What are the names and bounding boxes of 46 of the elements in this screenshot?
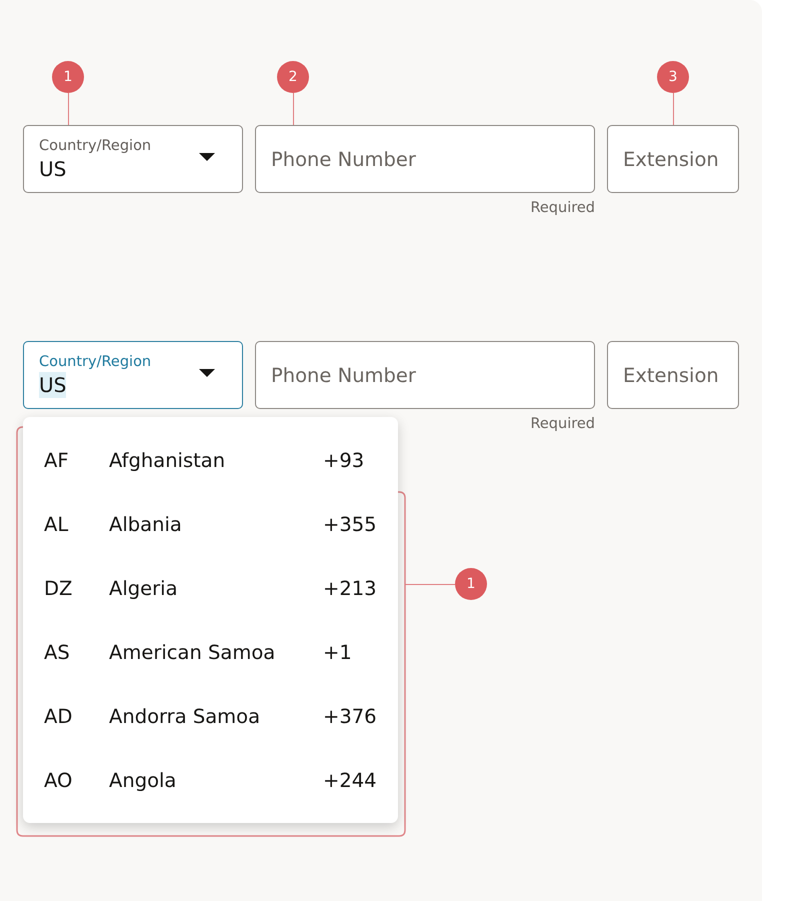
callout-marker: 3 [657, 61, 689, 93]
field-label: Country/Region [39, 352, 152, 370]
country-code: AS [44, 640, 71, 664]
callout-marker: 2 [277, 61, 309, 93]
phone-number-field[interactable]: Phone Number [255, 341, 595, 409]
country-region-select[interactable]: Country/Region US [23, 341, 243, 409]
leader-line [68, 93, 69, 125]
country-option[interactable]: AL Albania +355 [23, 492, 398, 556]
extension-field[interactable]: Extension [607, 125, 739, 193]
country-option[interactable]: AF Afghanistan +93 [23, 428, 398, 492]
country-name: Angola [109, 768, 178, 792]
country-name: American Samoa [109, 640, 276, 664]
country-region-select[interactable]: Country/Region US [23, 125, 243, 193]
country-code: AO [44, 768, 74, 792]
callout-marker: 1 [52, 61, 84, 93]
country-option[interactable]: AD Andorra Samoa +376 [23, 684, 398, 748]
country-option[interactable]: AS American Samoa +1 [23, 620, 398, 684]
extension-field[interactable]: Extension [607, 341, 739, 409]
country-name: Andorra Samoa [109, 704, 262, 728]
field-value: US [39, 156, 66, 182]
dial-code: +376 [323, 704, 377, 728]
dial-code: +355 [323, 512, 377, 536]
country-code: AD [44, 704, 74, 728]
dial-code: +213 [323, 576, 377, 600]
caret-icon [199, 153, 215, 161]
dial-code: +244 [323, 768, 377, 792]
caret-icon [199, 369, 215, 377]
leader-line [292, 93, 294, 125]
country-option[interactable]: DZ Algeria +213 [23, 556, 398, 620]
helper-text: Required [530, 199, 595, 217]
dial-code: +1 [323, 640, 352, 664]
country-code: AF [44, 448, 70, 472]
country-code: DZ [44, 576, 74, 600]
country-name: Albania [109, 512, 183, 536]
country-name: Afghanistan [109, 448, 226, 472]
country-name: Algeria [109, 576, 179, 600]
country-code: AL [44, 512, 70, 536]
field-label: Country/Region [39, 136, 152, 154]
field-value: US [39, 372, 66, 398]
leader-line [405, 584, 455, 585]
callout-marker: 1 [455, 568, 487, 600]
country-option[interactable]: AO Angola +244 [23, 748, 398, 812]
leader-line [672, 93, 674, 125]
dial-code: +93 [323, 448, 364, 472]
helper-text: Required [530, 415, 595, 433]
phone-number-field[interactable]: Phone Number [255, 125, 595, 193]
